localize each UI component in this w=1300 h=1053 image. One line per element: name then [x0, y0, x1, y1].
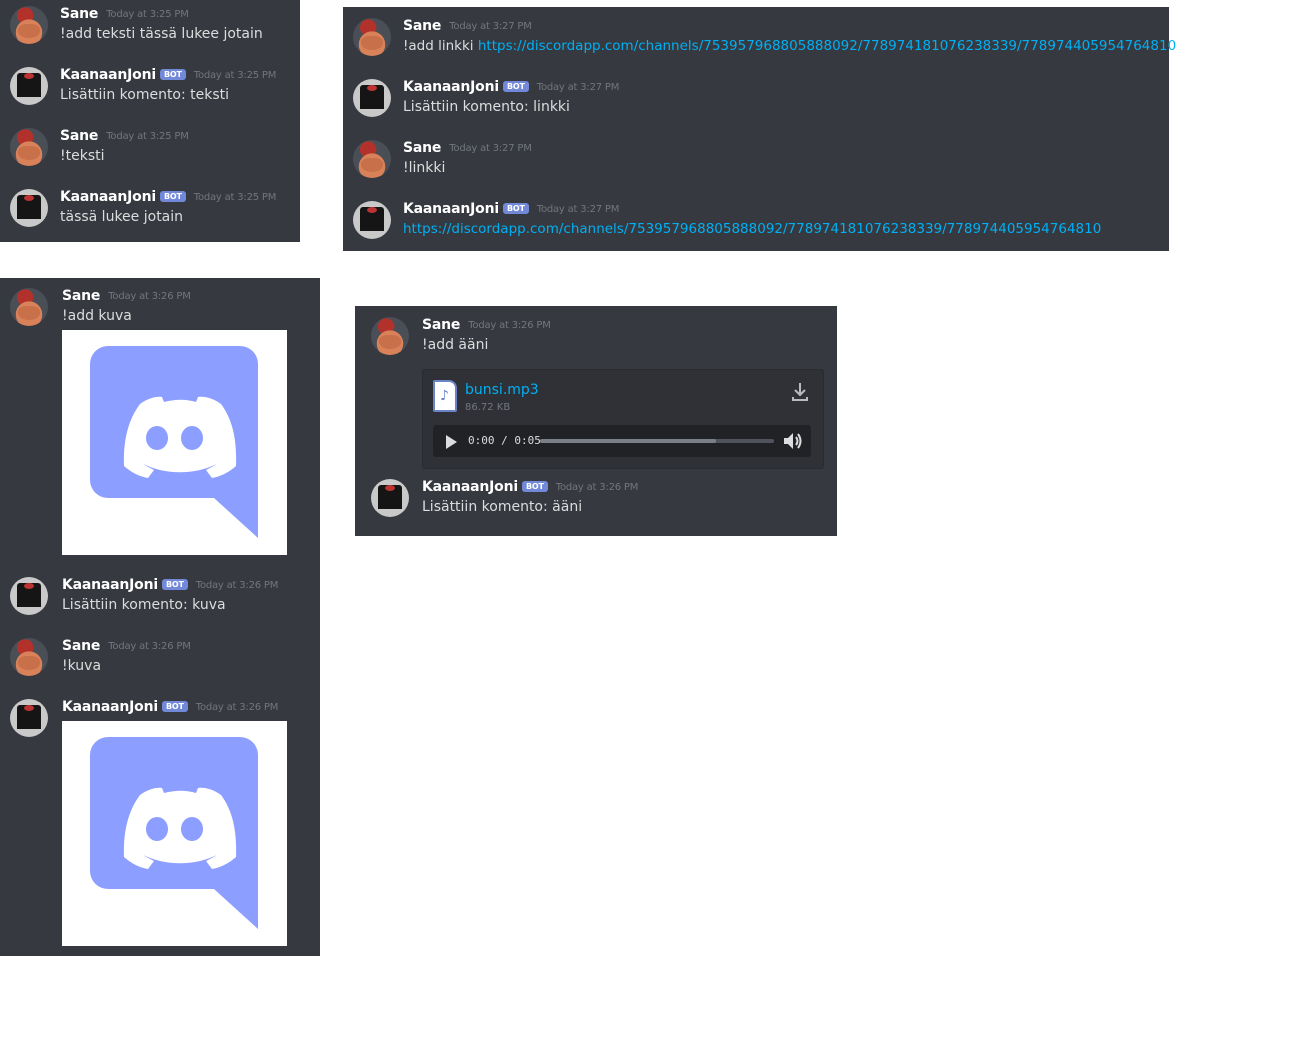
username[interactable]: KaanaanJoni [62, 577, 158, 593]
message: KaanaanJoni BOT Today at 3:25 PM Lisättiin… [10, 67, 290, 117]
message: Sane Today at 3:27 PM !linkki [353, 140, 1159, 190]
audio-time: 0:00 / 0:05 [468, 434, 541, 447]
message-text: Lisättiin komento: ääni [422, 499, 583, 515]
timestamp: Today at 3:26 PM [555, 482, 639, 493]
image-attachment[interactable] [62, 330, 287, 555]
message-text: Lisättiin komento: kuva [62, 597, 226, 613]
message-text: Lisättiin komento: linkki [403, 99, 570, 115]
message-text-prefix: !add linkki [403, 38, 478, 54]
bot-badge: BOT [502, 81, 529, 92]
chat-panel-image-command: Sane Today at 3:26 PM !add kuva KaanaanJo… [0, 278, 320, 956]
username[interactable]: Sane [60, 6, 98, 22]
bot-badge: BOT [521, 481, 548, 492]
username[interactable]: Sane [403, 140, 441, 156]
timestamp: Today at 3:26 PM [195, 702, 279, 713]
avatar[interactable] [353, 18, 391, 56]
username[interactable]: KaanaanJoni [60, 189, 156, 205]
username[interactable]: KaanaanJoni [403, 201, 499, 217]
message: Sane Today at 3:27 PM !add linkki https:/… [353, 18, 1176, 68]
avatar[interactable] [353, 201, 391, 239]
username[interactable]: KaanaanJoni [60, 67, 156, 83]
bot-badge: BOT [502, 203, 529, 214]
avatar[interactable] [353, 140, 391, 178]
bot-badge: BOT [161, 579, 188, 590]
message-text: !add linkki https://discordapp.com/chann… [403, 38, 1176, 54]
timestamp: Today at 3:25 PM [193, 70, 277, 81]
message-text: https://discordapp.com/channels/75395796… [403, 221, 1101, 237]
timestamp: Today at 3:26 PM [108, 641, 191, 652]
timestamp: Today at 3:27 PM [536, 204, 620, 215]
avatar[interactable] [10, 699, 48, 737]
username[interactable]: Sane [60, 128, 98, 144]
message: KaanaanJoni BOT Today at 3:26 PM Lisättiin… [365, 479, 827, 529]
play-icon[interactable] [445, 434, 457, 453]
message: KaanaanJoni BOT Today at 3:27 PM https://d… [353, 201, 1159, 251]
attachment-size: 86.72 KB [465, 402, 511, 413]
message: Sane Today at 3:26 PM !kuva [10, 638, 310, 688]
message-text: !linkki [403, 160, 446, 176]
audio-attachment: ♪ bunsi.mp3 86.72 KB 0:00 / 0:05 [422, 369, 824, 469]
message: Sane Today at 3:26 PM !add ääni ♪ bunsi.m… [365, 317, 827, 477]
chat-panel-link-command: Sane Today at 3:27 PM !add linkki https:/… [343, 7, 1176, 251]
message-text: !add kuva [62, 308, 132, 324]
timestamp: Today at 3:25 PM [193, 192, 277, 203]
avatar[interactable] [353, 79, 391, 117]
message-text: !add teksti tässä lukee jotain [60, 26, 263, 42]
message: KaanaanJoni BOT Today at 3:27 PM Lisättiin… [353, 79, 1159, 129]
audio-progress-bar[interactable] [540, 439, 774, 443]
message: Sane Today at 3:25 PM !add teksti tässä l… [10, 6, 290, 56]
message-text: !teksti [60, 148, 105, 164]
message-text: !kuva [62, 658, 102, 674]
bot-badge: BOT [159, 69, 186, 80]
username[interactable]: KaanaanJoni [403, 79, 499, 95]
message-link[interactable]: https://discordapp.com/channels/75395796… [403, 221, 1101, 237]
chat-panel-text-command: Sane Today at 3:25 PM !add teksti tässä l… [0, 0, 300, 242]
chat-panel-audio-command: Sane Today at 3:26 PM !add ääni ♪ bunsi.m… [355, 306, 837, 536]
avatar[interactable] [10, 6, 48, 44]
timestamp: Today at 3:26 PM [195, 580, 279, 591]
message-text: Lisättiin komento: teksti [60, 87, 230, 103]
username[interactable]: Sane [403, 18, 441, 34]
audio-file-icon: ♪ [433, 380, 457, 412]
username[interactable]: KaanaanJoni [422, 479, 518, 495]
timestamp: Today at 3:25 PM [106, 9, 189, 20]
download-icon[interactable] [791, 382, 809, 406]
message: Sane Today at 3:25 PM !teksti [10, 128, 290, 178]
timestamp: Today at 3:25 PM [106, 131, 189, 142]
avatar[interactable] [10, 67, 48, 105]
discord-logo-icon [90, 346, 258, 538]
time-separator: / [494, 434, 515, 447]
username[interactable]: Sane [62, 288, 100, 304]
message-text: !add ääni [422, 337, 489, 353]
volume-icon[interactable] [783, 432, 803, 454]
message: KaanaanJoni BOT Today at 3:26 PM Lisättiin… [10, 577, 310, 627]
message-text: tässä lukee jotain [60, 209, 184, 225]
avatar[interactable] [10, 189, 48, 227]
message-link[interactable]: https://discordapp.com/channels/75395796… [478, 38, 1176, 54]
image-attachment[interactable] [62, 721, 287, 946]
time-current: 0:00 [468, 434, 495, 447]
username[interactable]: Sane [422, 317, 460, 333]
timestamp: Today at 3:27 PM [449, 21, 532, 32]
username[interactable]: Sane [62, 638, 100, 654]
timestamp: Today at 3:26 PM [108, 291, 191, 302]
attachment-filename[interactable]: bunsi.mp3 [465, 382, 539, 398]
timestamp: Today at 3:27 PM [449, 143, 532, 154]
discord-logo-icon [90, 737, 258, 929]
audio-player: 0:00 / 0:05 [433, 425, 811, 457]
bot-badge: BOT [161, 701, 188, 712]
avatar[interactable] [10, 128, 48, 166]
username[interactable]: KaanaanJoni [62, 699, 158, 715]
audio-progress-fill [540, 439, 716, 443]
timestamp: Today at 3:26 PM [468, 320, 551, 331]
avatar[interactable] [371, 317, 409, 355]
avatar[interactable] [10, 638, 48, 676]
message: KaanaanJoni BOT Today at 3:25 PM tässä luk… [10, 189, 290, 239]
time-total: 0:05 [514, 434, 541, 447]
avatar[interactable] [371, 479, 409, 517]
bot-badge: BOT [159, 191, 186, 202]
timestamp: Today at 3:27 PM [536, 82, 620, 93]
avatar[interactable] [10, 577, 48, 615]
avatar[interactable] [10, 288, 48, 326]
